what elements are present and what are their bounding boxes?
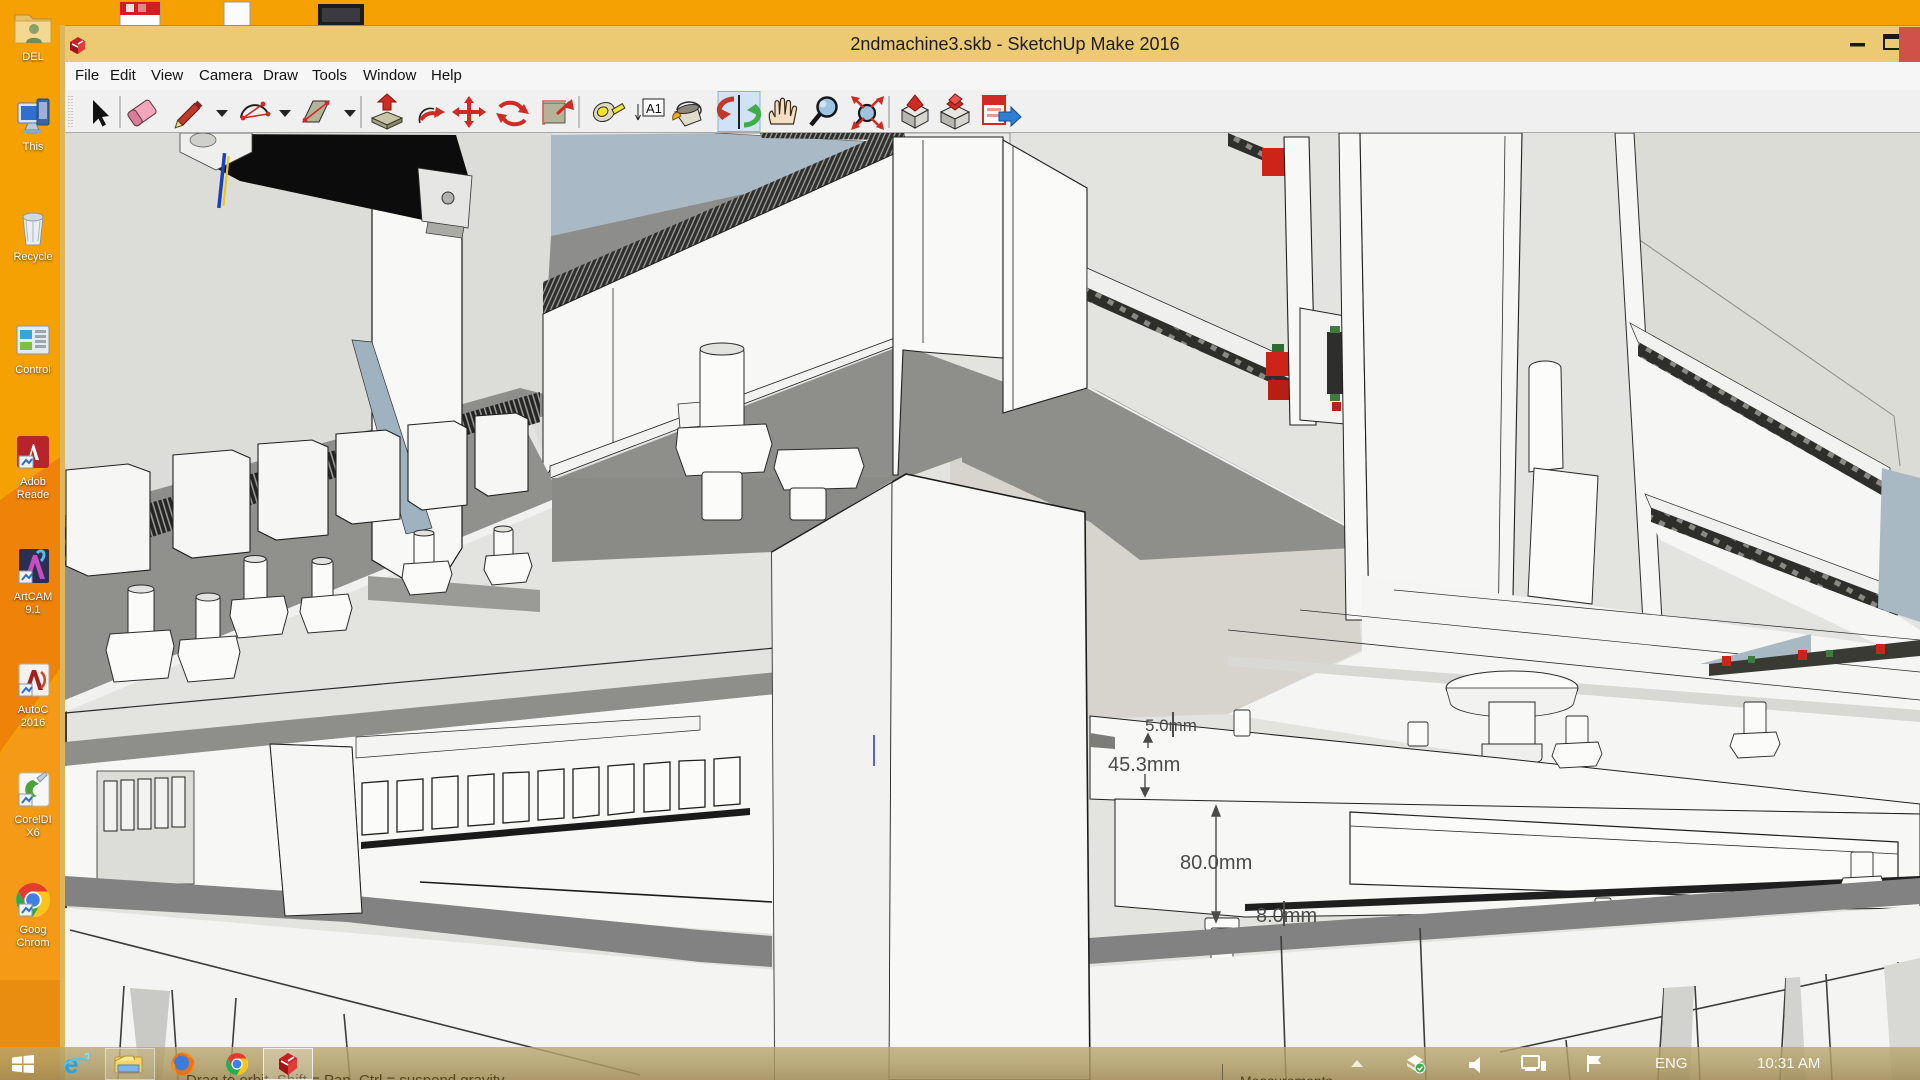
svg-text:45.3mm: 45.3mm (1108, 754, 1180, 776)
svg-text:5.0mm: 5.0mm (1145, 716, 1197, 735)
svg-text:A1: A1 (646, 101, 662, 116)
svg-text:8.0mm: 8.0mm (1256, 905, 1317, 927)
